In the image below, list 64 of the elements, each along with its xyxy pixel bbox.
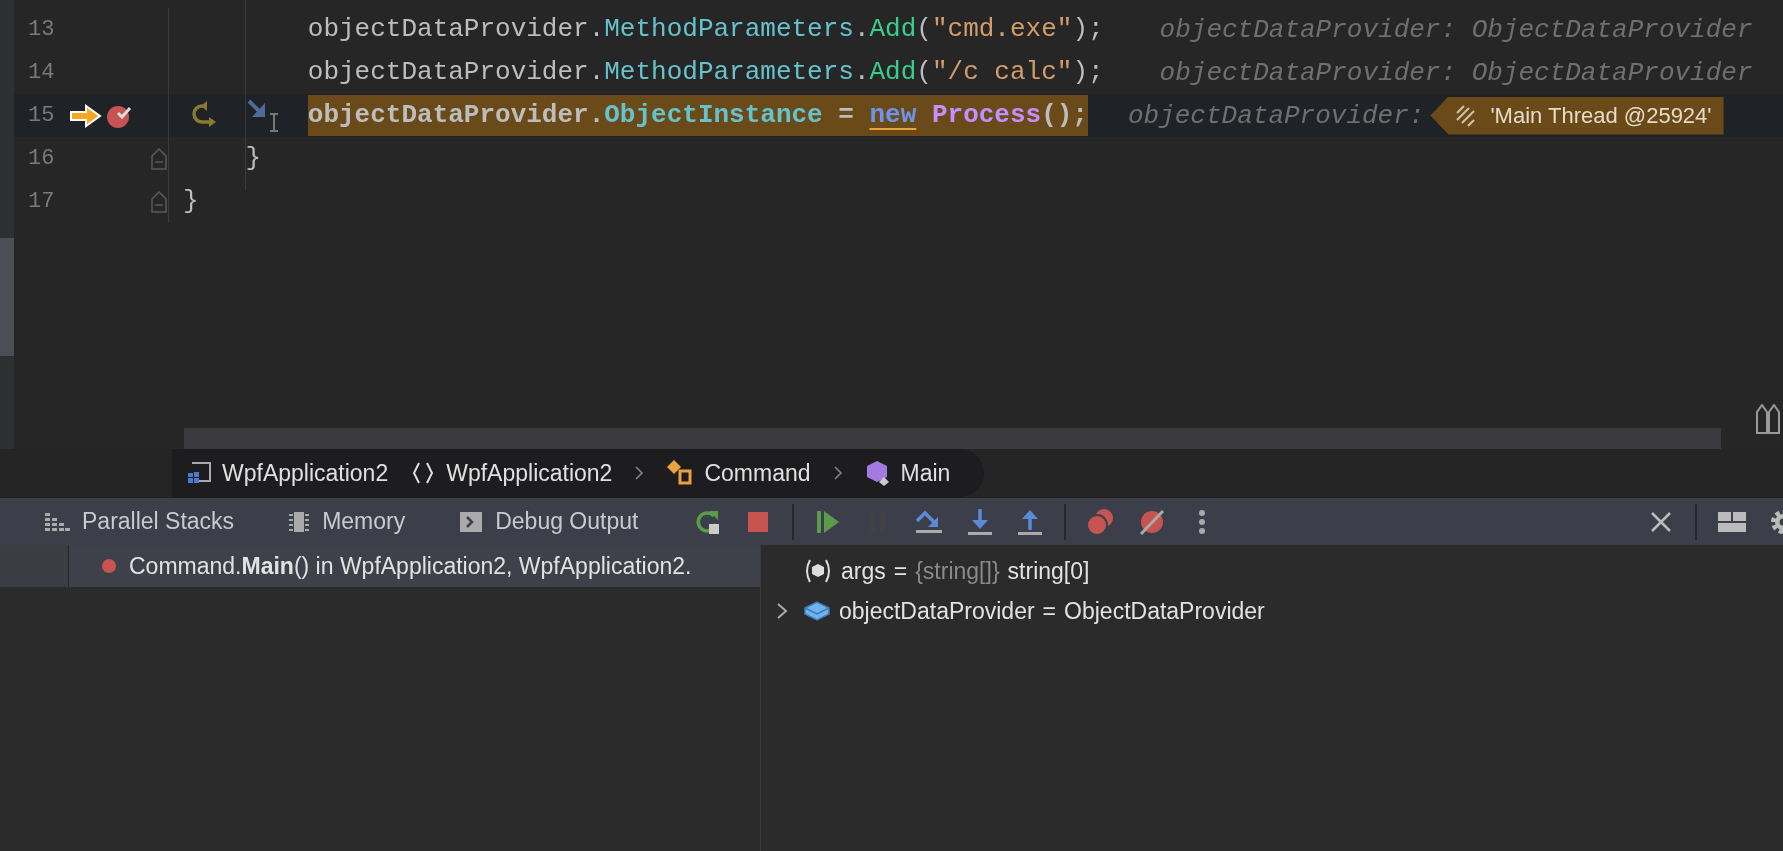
code-token: = xyxy=(822,95,870,136)
console-icon xyxy=(459,510,484,533)
code-token: . xyxy=(853,13,870,46)
project-icon xyxy=(186,460,212,486)
code-token: MethodParameters xyxy=(604,13,854,46)
scrollbar-thumb[interactable] xyxy=(0,238,14,356)
code-token: } xyxy=(183,185,199,218)
tool-tab[interactable]: Memory xyxy=(284,501,446,542)
line-number: 13 xyxy=(27,17,56,42)
line-number: 16 xyxy=(27,146,56,171)
code-token: new xyxy=(869,95,932,136)
parameter-icon xyxy=(803,558,833,584)
breadcrumb-item[interactable]: Main xyxy=(864,459,951,487)
code-token: ); xyxy=(1072,56,1104,89)
inline-value-hint: objectDataProvider: xyxy=(1127,100,1425,131)
class-icon xyxy=(666,459,695,487)
code-token: } xyxy=(245,142,261,175)
dot-icon xyxy=(101,558,117,574)
code-token: MethodParameters xyxy=(604,56,854,89)
line-number: 14 xyxy=(27,60,56,85)
inline-value-hint: objectDataProvider: ObjectDataProvider xyxy=(1159,57,1753,88)
code-token: . xyxy=(853,56,870,89)
thread-badge: 'Main Thread @25924' xyxy=(1430,96,1724,135)
step-over-icon xyxy=(914,508,945,535)
step-into-icon xyxy=(967,507,994,536)
code-token: "cmd.exe" xyxy=(931,13,1073,46)
chevron-icon[interactable] xyxy=(775,601,789,621)
line-number: 15 xyxy=(27,103,56,128)
code-token: Add xyxy=(869,56,917,89)
tool-tab[interactable]: Debug Output xyxy=(455,501,679,542)
fold-marker-icon[interactable] xyxy=(151,190,167,213)
code-token: objectDataProvider. xyxy=(307,95,605,136)
breadcrumb-item[interactable]: WpfApplication2 xyxy=(410,459,613,487)
code-token: objectDataProvider. xyxy=(307,56,605,89)
dots-icon xyxy=(1197,508,1208,535)
code-token: ObjectInstance xyxy=(604,95,823,136)
close-icon xyxy=(1650,510,1672,533)
field-icon xyxy=(803,600,831,622)
stacks-icon xyxy=(44,510,70,533)
layout-icon xyxy=(1717,509,1747,534)
cube-icon xyxy=(864,460,891,486)
inline-value-hint: objectDataProvider: ObjectDataProvider xyxy=(1159,14,1753,45)
horizontal-scrollbar[interactable] xyxy=(184,428,1721,449)
breadcrumb-item[interactable]: WpfApplication2 xyxy=(186,459,389,487)
code-token: ( xyxy=(916,13,932,46)
variable-row[interactable]: objectDataProvider = ObjectDataProvider xyxy=(761,591,1783,631)
stop-icon xyxy=(746,509,771,534)
chip-icon xyxy=(288,509,311,534)
code-token: ( xyxy=(916,56,932,89)
code-token: Process xyxy=(931,95,1042,136)
fold-marker-icon[interactable] xyxy=(151,147,167,170)
code-token: ); xyxy=(1072,13,1104,46)
code-token: (); xyxy=(1041,95,1088,136)
code-token: objectDataProvider. xyxy=(307,13,605,46)
stack-frame[interactable]: Command.Main() in WpfApplication2, WpfApplication2. xyxy=(0,545,760,587)
code-token: "/c calc" xyxy=(931,56,1073,89)
breadcrumb-item[interactable]: Command xyxy=(666,459,811,487)
crossed-circle-icon xyxy=(1138,507,1167,536)
arrow-icon xyxy=(70,103,102,128)
variable-row[interactable]: args = {string[]} string[0] xyxy=(761,551,1783,591)
tool-tab[interactable]: Parallel Stacks xyxy=(40,501,275,542)
pencils-icon[interactable] xyxy=(1753,404,1783,434)
code-token: Add xyxy=(869,13,917,46)
line-number: 17 xyxy=(27,189,56,214)
